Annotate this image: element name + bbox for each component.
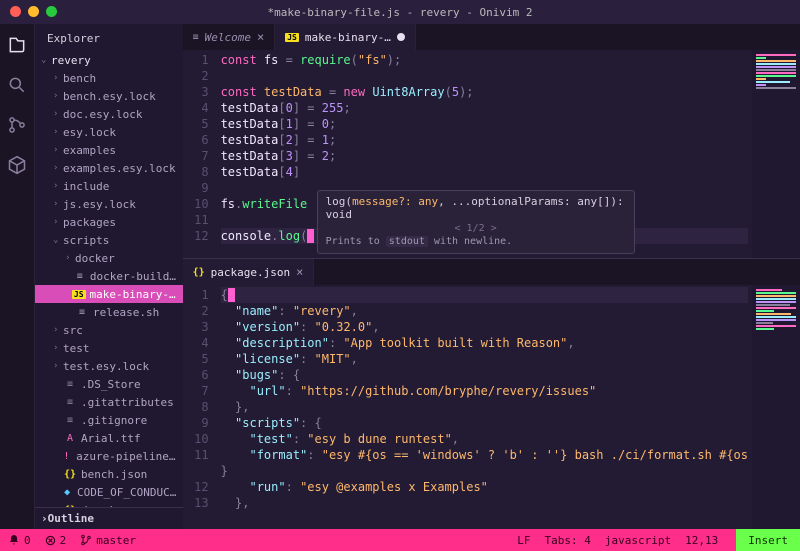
tree-folder[interactable]: ›docker [35,249,183,267]
indentation-indicator[interactable]: Tabs: 4 [545,534,591,547]
window-close-icon[interactable] [10,6,21,17]
tree-folder[interactable]: ›bench.esy.lock [35,87,183,105]
tree-folder[interactable]: ›test [35,339,183,357]
font-icon: A [63,433,77,444]
tab[interactable]: {}package.json× [183,259,315,285]
tabbar-bottom: {}package.json× [183,259,800,285]
window-minimize-icon[interactable] [28,6,39,17]
tree-file[interactable]: ≡release.sh [35,303,183,321]
cursor-position[interactable]: 12,13 [685,534,718,547]
close-icon[interactable]: × [257,30,264,44]
tree-file[interactable]: {}bench.json [35,465,183,483]
errors-count[interactable]: 2 [45,534,67,547]
menu-icon: ≡ [193,32,199,43]
file-tree[interactable]: ⌄revery›bench›bench.esy.lock›doc.esy.loc… [35,51,183,507]
sh-icon: ≡ [74,271,86,282]
dirty-indicator-icon [397,33,405,41]
tree-folder[interactable]: ›include [35,177,183,195]
activity-bar [0,24,35,529]
tree-folder[interactable]: ›src [35,321,183,339]
file-icon: ≡ [63,415,77,426]
json-icon: {} [193,267,205,278]
file-icon: ≡ [63,379,77,390]
git-branch[interactable]: master [80,534,136,547]
tree-folder[interactable]: ⌄scripts [35,231,183,249]
code-editor-bottom[interactable]: 12345678910111213 { "name": "revery", "v… [183,285,800,529]
tree-file[interactable]: ≡.DS_Store [35,375,183,393]
extensions-icon[interactable] [6,154,28,176]
window-maximize-icon[interactable] [46,6,57,17]
outline-label: Outline [48,512,94,525]
tree-file[interactable]: JSmake-binary-file.js [35,285,183,303]
signature-help: log(message?: any, ...optionalParams: an… [317,190,635,254]
tree-file[interactable]: ≡docker-build.sh [35,267,183,285]
outline-section[interactable]: › Outline [35,507,183,529]
md-icon: ◆ [61,487,73,498]
tree-folder[interactable]: ›bench [35,69,183,87]
tree-folder[interactable]: ›examples.esy.lock [35,159,183,177]
tree-folder[interactable]: ›js.esy.lock [35,195,183,213]
tab[interactable]: ≡Welcome× [183,24,276,50]
tree-folder[interactable]: ›packages [35,213,183,231]
sidebar: Explorer ⌄revery›bench›bench.esy.lock›do… [35,24,183,529]
tree-file[interactable]: ≡.gitattributes [35,393,183,411]
tab[interactable]: JSmake-binary-… [275,24,416,50]
source-control-icon[interactable] [6,114,28,136]
tabbar-top: ≡Welcome×JSmake-binary-… [183,24,800,50]
status-bar: 0 2 master LF Tabs: 4 javascript 12,13 I… [0,529,800,551]
close-icon[interactable]: × [296,265,303,279]
language-indicator[interactable]: javascript [605,534,671,547]
tree-folder[interactable]: ›esy.lock [35,123,183,141]
sidebar-heading: Explorer [35,24,183,51]
yml-icon: ! [61,451,72,462]
search-icon[interactable] [6,74,28,96]
tree-root[interactable]: ⌄revery [35,51,183,69]
eol-indicator[interactable]: LF [517,534,530,547]
tree-folder[interactable]: ›examples [35,141,183,159]
json-icon: {} [63,469,77,480]
sh-icon: ≡ [75,307,89,318]
titlebar: *make-binary-file.js - revery - Onivim 2 [0,0,800,24]
notifications-icon[interactable]: 0 [8,534,31,547]
editor-group-top: ≡Welcome×JSmake-binary-… 123456789101112… [183,24,800,258]
tree-file[interactable]: !azure-pipelines.yml [35,447,183,465]
js-icon: JS [72,290,86,299]
window-title: *make-binary-file.js - revery - Onivim 2 [268,6,533,19]
js-icon: JS [285,32,299,43]
editor-group-bottom: {}package.json× 12345678910111213 { "nam… [183,258,800,529]
tree-file[interactable]: ≡.gitignore [35,411,183,429]
minimap-bottom[interactable] [752,285,800,529]
tree-file[interactable]: AArial.ttf [35,429,183,447]
tree-file[interactable]: ◆CODE_OF_CONDUCT.md [35,483,183,501]
file-icon: ≡ [63,397,77,408]
explorer-icon[interactable] [6,34,28,56]
minimap-top[interactable] [752,50,800,258]
vim-mode: Insert [736,529,800,551]
tree-folder[interactable]: ›doc.esy.lock [35,105,183,123]
tree-folder[interactable]: ›test.esy.lock [35,357,183,375]
